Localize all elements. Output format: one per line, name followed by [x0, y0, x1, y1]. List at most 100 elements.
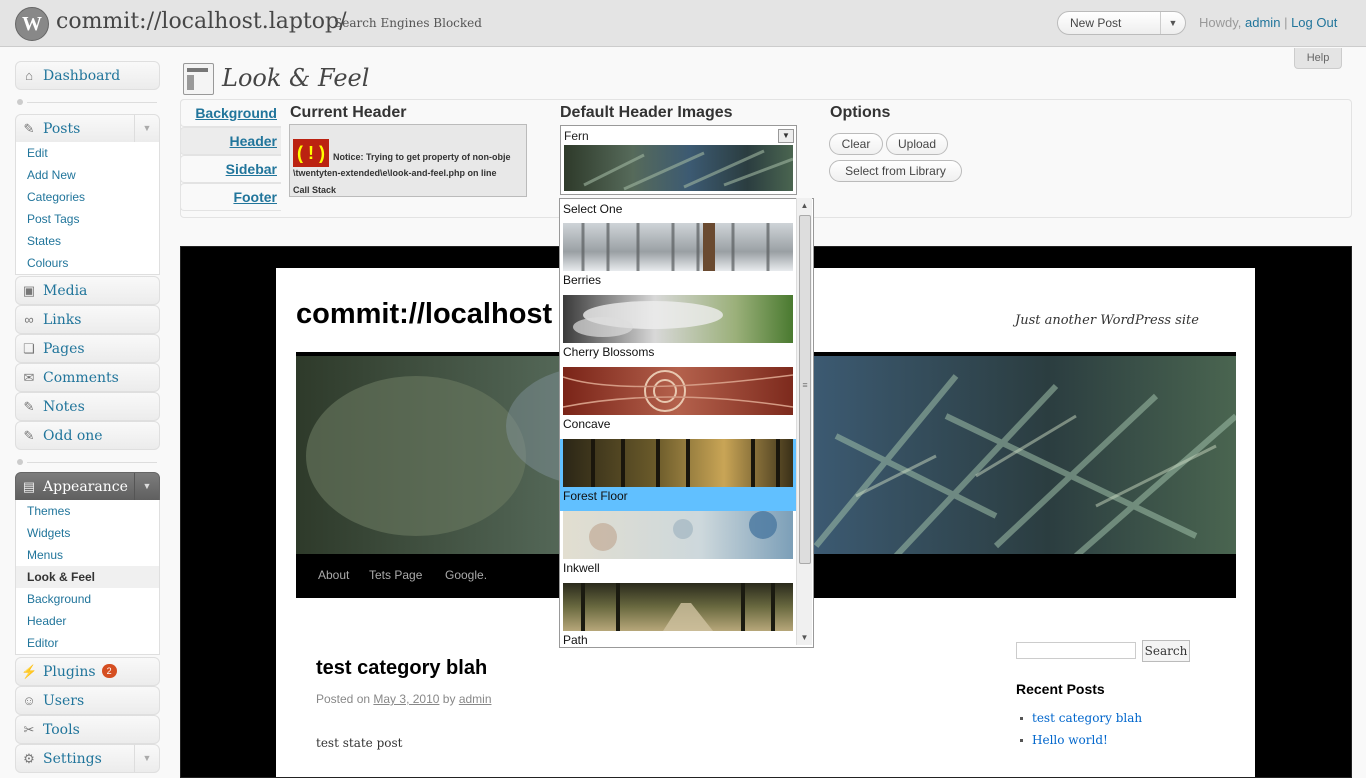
author-link[interactable]: admin	[459, 692, 492, 706]
favorite-actions-dropdown[interactable]: New Post ▼	[1057, 11, 1186, 35]
dropdown-option-inkwell[interactable]: Inkwell	[560, 511, 797, 583]
recent-posts-heading: Recent Posts	[1016, 681, 1105, 697]
nav-about[interactable]: About	[318, 568, 349, 582]
option-label: Select One	[563, 202, 623, 216]
tab-sidebar[interactable]: Sidebar	[180, 155, 281, 183]
menu-plugins[interactable]: ⚡ Plugins 2	[15, 657, 160, 686]
link-icon: ∞	[24, 312, 34, 327]
chevron-down-icon[interactable]: ▼	[1160, 12, 1185, 34]
dropdown-scrollbar[interactable]: ▲ ▼	[796, 198, 812, 645]
dropdown-option-select-one[interactable]: Select One	[560, 199, 797, 223]
site-title-link[interactable]: commit://localhost.laptop/	[56, 9, 347, 34]
nav-google[interactable]: Google.	[445, 568, 487, 582]
menu-settings-label: Settings	[43, 751, 102, 767]
logout-link[interactable]: Log Out	[1291, 15, 1337, 30]
tab-header[interactable]: Header	[180, 127, 281, 155]
preview-search-input[interactable]	[1016, 642, 1136, 659]
submenu-widgets[interactable]: Widgets	[16, 522, 159, 544]
concave-thumbnail	[563, 367, 793, 415]
user-info: Howdy, admin | Log Out	[1199, 15, 1337, 30]
submenu-look-and-feel[interactable]: Look & Feel	[16, 566, 159, 588]
tab-footer-label[interactable]: Footer	[233, 189, 281, 205]
submenu-categories[interactable]: Categories	[16, 186, 159, 208]
submenu-menus[interactable]: Menus	[16, 544, 159, 566]
dropdown-option-concave[interactable]: Concave	[560, 367, 797, 439]
clear-button[interactable]: Clear	[829, 133, 883, 155]
chevron-down-icon[interactable]: ▼	[134, 115, 159, 142]
tab-background[interactable]: Background	[180, 99, 281, 127]
menu-pages[interactable]: ❏ Pages	[15, 334, 160, 363]
menu-settings[interactable]: ⚙ Settings ▼	[15, 744, 160, 773]
menu-media[interactable]: ▣ Media	[15, 276, 160, 305]
menu-odd-one[interactable]: ✎ Odd one	[15, 421, 160, 450]
menu-pages-label: Pages	[43, 341, 85, 357]
look-and-feel-icon	[183, 63, 214, 95]
admin-header: commit://localhost.laptop/ Search Engine…	[0, 0, 1366, 47]
user-info-separator: |	[1284, 15, 1288, 30]
nav-tets-page[interactable]: Tets Page	[369, 568, 422, 582]
submenu-header[interactable]: Header	[16, 610, 159, 632]
submenu-colours[interactable]: Colours	[16, 252, 159, 274]
menu-dashboard[interactable]: ⌂ Dashboard	[15, 61, 160, 90]
menu-tools[interactable]: ✂ Tools	[15, 715, 160, 744]
submenu-themes[interactable]: Themes	[16, 500, 159, 522]
menu-posts[interactable]: ✎ Posts ▼	[15, 114, 160, 143]
scroll-up-icon[interactable]: ▲	[797, 198, 812, 213]
menu-links-label: Links	[43, 312, 82, 328]
chevron-down-icon[interactable]: ▼	[134, 473, 159, 500]
dropdown-option-cherry-blossoms[interactable]: Cherry Blossoms	[560, 295, 797, 367]
submenu-edit[interactable]: Edit	[16, 142, 159, 164]
error-path-text: \twentyten-extended\e\look-and-feel.php …	[293, 168, 497, 178]
help-tab[interactable]: Help	[1294, 48, 1342, 69]
header-image-select[interactable]: Fern ▼	[560, 125, 797, 195]
menu-comments-label: Comments	[43, 370, 119, 386]
menu-comments[interactable]: ✉ Comments	[15, 363, 160, 392]
scroll-down-icon[interactable]: ▼	[797, 630, 812, 645]
current-header-preview: ( ! ) Notice: Trying to get property of …	[289, 124, 527, 197]
menu-links[interactable]: ∞ Links	[15, 305, 160, 334]
submenu-states[interactable]: States	[16, 230, 159, 252]
current-header-heading: Current Header	[290, 104, 407, 121]
tab-header-label[interactable]: Header	[230, 133, 281, 149]
recent-post-link[interactable]: Hello world!	[1020, 733, 1108, 747]
new-post-action[interactable]: New Post	[1070, 16, 1121, 30]
dropdown-option-forest-floor[interactable]: Forest Floor	[560, 439, 797, 511]
search-engines-blocked-notice[interactable]: Search Engines Blocked	[334, 16, 482, 30]
tab-sidebar-label[interactable]: Sidebar	[226, 161, 281, 177]
pushpin-icon: ✎	[23, 121, 35, 136]
plugins-update-count: 2	[101, 664, 117, 678]
option-label: Cherry Blossoms	[563, 345, 655, 359]
post-date-link[interactable]: May 3, 2010	[373, 692, 439, 706]
preview-site-title[interactable]: commit://localhost	[296, 298, 552, 331]
preview-post-title[interactable]: test category blah	[316, 657, 487, 680]
submenu-add-new[interactable]: Add New	[16, 164, 159, 186]
preview-post-meta: Posted on May 3, 2010 by admin	[316, 692, 492, 706]
preview-tagline: Just another WordPress site	[1015, 313, 1199, 328]
dropdown-option-berries[interactable]: Berries	[560, 223, 797, 295]
menu-appearance-label: Appearance	[43, 479, 128, 495]
comment-bubble-icon: ✉	[23, 370, 35, 385]
option-label: Concave	[563, 417, 611, 431]
menu-notes[interactable]: ✎ Notes	[15, 392, 160, 421]
recent-post-link[interactable]: test category blah	[1019, 711, 1142, 725]
preview-search-button[interactable]: Search	[1142, 640, 1190, 662]
scrollbar-thumb[interactable]	[799, 215, 811, 564]
option-label: Berries	[563, 273, 602, 287]
menu-appearance[interactable]: ▤ Appearance ▼	[15, 472, 160, 501]
tab-footer[interactable]: Footer	[180, 183, 281, 211]
select-from-library-button[interactable]: Select from Library	[829, 160, 962, 182]
user-profile-link[interactable]: admin	[1245, 15, 1280, 30]
upload-button[interactable]: Upload	[886, 133, 948, 155]
plug-icon: ⚡	[21, 664, 38, 679]
tab-background-label[interactable]: Background	[195, 105, 281, 121]
submenu-editor[interactable]: Editor	[16, 632, 159, 654]
menu-users[interactable]: ☺ Users	[15, 686, 160, 715]
media-icon: ▣	[22, 283, 36, 298]
submenu-background[interactable]: Background	[16, 588, 159, 610]
selected-header-thumbnail	[564, 145, 793, 191]
submenu-post-tags[interactable]: Post Tags	[16, 208, 159, 230]
users-icon: ☺	[22, 693, 36, 708]
dropdown-option-path[interactable]: Path	[560, 583, 797, 647]
chevron-down-icon[interactable]: ▼	[778, 129, 794, 143]
header-image-dropdown-list[interactable]: Select One Berries Cherry Blossoms Conca…	[559, 198, 814, 648]
